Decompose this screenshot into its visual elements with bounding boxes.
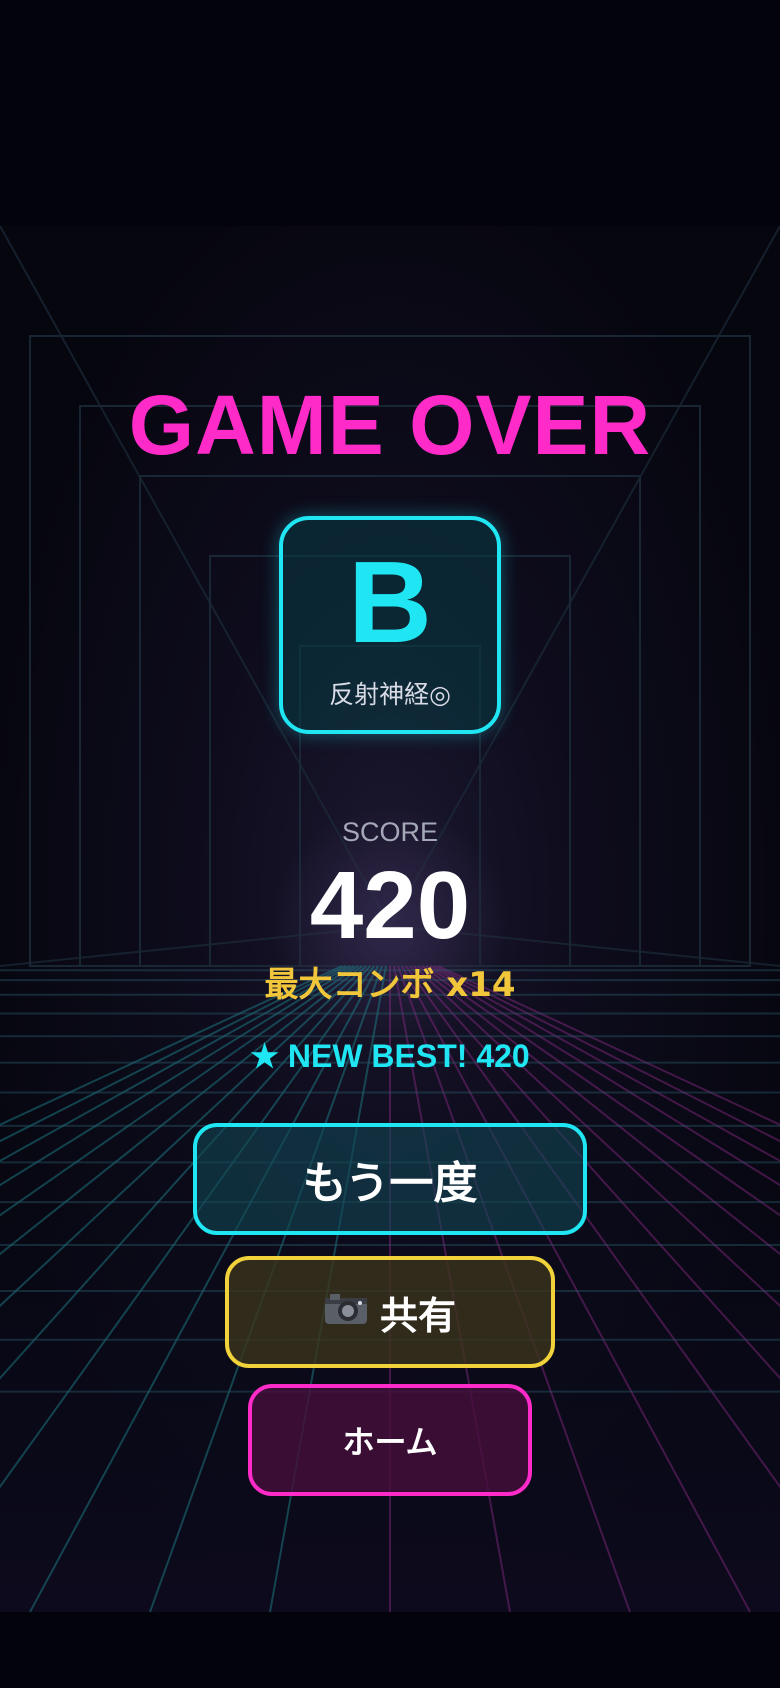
home-button[interactable]: ホーム xyxy=(248,1384,532,1496)
grade-letter: B xyxy=(348,537,432,667)
score-label: SCORE xyxy=(341,817,439,847)
grade-caption: 反射神経◎ xyxy=(329,680,451,709)
game-over-title: GAME OVER xyxy=(128,378,652,472)
retry-button[interactable]: もう一度 xyxy=(193,1123,587,1235)
share-button[interactable]: 共有 xyxy=(225,1256,555,1368)
bottom-letterbox xyxy=(0,1612,780,1688)
new-best-text: ★ NEW BEST! 420 xyxy=(250,1038,530,1074)
grade-card: B 反射神経◎ xyxy=(279,516,501,734)
camera-icon xyxy=(324,1290,368,1334)
home-button-label: ホーム xyxy=(342,1423,438,1461)
top-letterbox xyxy=(0,0,780,226)
retry-button-label: もう一度 xyxy=(302,1158,478,1209)
score-value: 420 xyxy=(309,852,471,959)
max-combo-text: 最大コンボ x14 xyxy=(264,965,516,1005)
share-button-label: 共有 xyxy=(379,1293,456,1338)
